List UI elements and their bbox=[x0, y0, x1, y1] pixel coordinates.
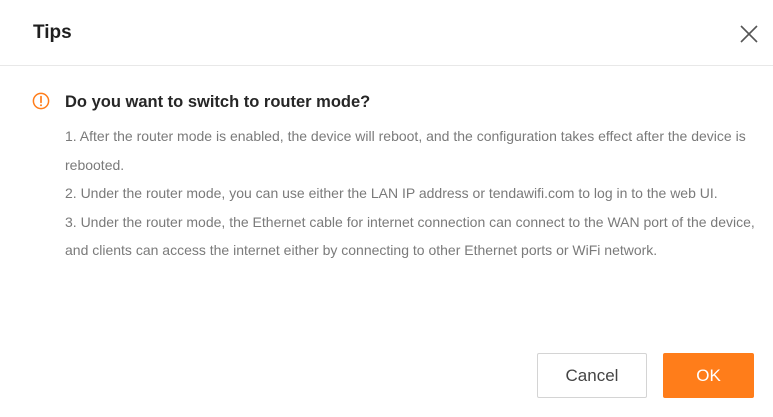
dialog-question: Do you want to switch to router mode? bbox=[65, 93, 371, 111]
dialog-notes: 1. After the router mode is enabled, the… bbox=[65, 122, 760, 265]
note-item: 1. After the router mode is enabled, the… bbox=[65, 128, 746, 173]
dialog-title: Tips bbox=[33, 22, 72, 43]
dialog-header: Tips bbox=[0, 0, 773, 66]
close-icon[interactable] bbox=[737, 22, 761, 46]
warning-circle-icon bbox=[32, 92, 50, 110]
note-item: 2. Under the router mode, you can use ei… bbox=[65, 185, 718, 201]
switch-mode-dialog: Tips Do you want to switch to router mod… bbox=[0, 0, 773, 417]
cancel-button[interactable]: Cancel bbox=[537, 353, 647, 398]
note-item: 3. Under the router mode, the Ethernet c… bbox=[65, 213, 755, 259]
ok-button[interactable]: OK bbox=[663, 353, 754, 398]
